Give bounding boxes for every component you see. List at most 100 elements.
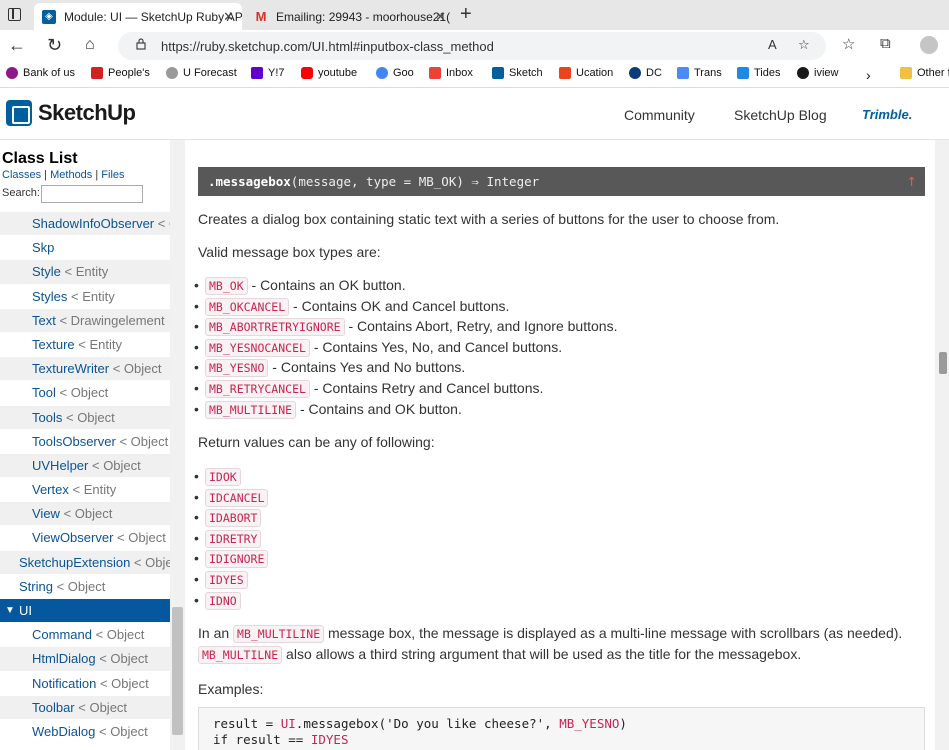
class-name[interactable]: View xyxy=(32,506,60,521)
sidebar-item-notification[interactable]: Notification < Object xyxy=(0,672,170,696)
page-scrollbar-thumb[interactable] xyxy=(939,352,947,374)
sketchup-logo[interactable]: SketchUp xyxy=(6,100,136,126)
bookmark-ucation[interactable]: Ucation xyxy=(559,67,613,79)
class-name[interactable]: Skp xyxy=(32,240,54,255)
sidebar-item-view[interactable]: View < Object xyxy=(0,502,170,527)
gmail-icon xyxy=(429,67,441,79)
class-parent: < Object xyxy=(91,457,141,473)
bookmark-trans[interactable]: Trans xyxy=(677,67,722,79)
class-parent: < Object xyxy=(78,699,128,715)
close-tab-icon[interactable]: ✕ xyxy=(435,9,446,25)
bookmark-other-favorites[interactable]: Other fa xyxy=(900,67,949,79)
address-bar[interactable]: https://ruby.sketchup.com/UI.html#inputb… xyxy=(118,32,826,60)
sidebar-scrollbar-thumb[interactable] xyxy=(172,607,183,735)
bookmark-youtube[interactable]: youtube xyxy=(301,67,357,79)
class-name[interactable]: Vertex xyxy=(32,482,69,497)
more-bookmarks-icon[interactable]: › xyxy=(866,67,871,83)
class-name[interactable]: UVHelper xyxy=(32,458,88,473)
sketchup-blog-link[interactable]: SketchUp Blog xyxy=(734,107,827,123)
favorites-icon[interactable]: ☆ xyxy=(842,35,855,53)
sidebar-item-string[interactable]: String < Object xyxy=(0,575,170,599)
scroll-top-icon[interactable]: ↑ xyxy=(907,167,917,196)
sidebar-item-sketchupextension[interactable]: SketchupExtension < Object xyxy=(0,550,170,575)
class-name[interactable]: Tools xyxy=(32,410,62,425)
sidebar-item-tool[interactable]: Tool < Object xyxy=(0,381,170,406)
search-label: Search: xyxy=(2,187,40,199)
class-name[interactable]: TextureWriter xyxy=(32,361,109,376)
class-parent: < Object xyxy=(117,530,166,546)
close-tab-icon[interactable]: ✕ xyxy=(223,9,234,25)
expand-arrow-icon[interactable]: ▼ xyxy=(5,599,15,622)
refresh-icon[interactable]: ↻ xyxy=(47,34,62,56)
read-aloud-icon[interactable]: A xyxy=(768,37,777,52)
bookmark-bank[interactable]: Bank of us xyxy=(6,67,75,79)
files-link[interactable]: Files xyxy=(101,169,124,181)
class-name[interactable]: ToolsObserver xyxy=(32,434,116,449)
methods-link[interactable]: Methods xyxy=(50,169,92,181)
sidebar-item-viewobserver[interactable]: ViewObserver < Object xyxy=(0,526,170,551)
class-name[interactable]: Style xyxy=(32,264,61,279)
bookmark-sketch[interactable]: Sketch xyxy=(492,67,543,79)
collections-icon[interactable]: ⧉ xyxy=(880,35,891,52)
trimble-logo[interactable]: Trimble. xyxy=(862,107,912,122)
bookmark-dc[interactable]: DC xyxy=(629,67,662,79)
sidebar-item-uvhelper[interactable]: UVHelper < Object xyxy=(0,453,170,479)
new-tab-button[interactable]: + xyxy=(460,4,472,24)
class-name[interactable]: ShadowInfoObserver xyxy=(32,216,154,231)
class-name[interactable]: SketchupExtension xyxy=(19,555,130,570)
bookmark-google[interactable]: Goo xyxy=(376,67,414,79)
class-name[interactable]: WebDialog xyxy=(32,724,95,739)
bookmark-inbox[interactable]: Inbox xyxy=(429,67,473,79)
class-name[interactable]: ViewObserver xyxy=(32,530,113,545)
sidebar-item-webdialog[interactable]: WebDialog < Object xyxy=(0,720,170,745)
tab-sketchup-ruby-api[interactable]: ◈ Module: UI — SketchUp Ruby AP ✕ xyxy=(34,3,242,30)
tab-emailing[interactable]: M Emailing: 29943 - moorhouse21( ✕ xyxy=(246,3,454,30)
sidebar-item-tools[interactable]: Tools < Object xyxy=(0,405,170,430)
url-text: https://ruby.sketchup.com/UI.html#inputb… xyxy=(161,39,494,54)
profile-avatar[interactable] xyxy=(920,36,938,54)
class-name[interactable]: String xyxy=(19,579,53,594)
home-icon[interactable]: ⌂ xyxy=(85,34,95,56)
community-link[interactable]: Community xyxy=(624,107,695,123)
bookmarks-bar: Bank of us People's U Forecast Y!7 youtu… xyxy=(0,60,949,88)
bookmark-peoples[interactable]: People's xyxy=(91,67,150,79)
sidebar-item-ui[interactable]: ▼ UI xyxy=(0,599,170,624)
back-icon[interactable]: ← xyxy=(8,34,26,56)
class-name[interactable]: Tool xyxy=(32,385,56,400)
sidebar-item-shadowinfoobserver[interactable]: ShadowInfoObserver < Object xyxy=(0,212,170,237)
sidebar-item-texture[interactable]: Texture < Entity xyxy=(0,333,170,358)
bookmark-iview[interactable]: iview xyxy=(797,67,838,79)
class-name[interactable]: HtmlDialog xyxy=(32,651,96,666)
class-name[interactable]: Styles xyxy=(32,289,67,304)
sidebar-item-toolbar[interactable]: Toolbar < Object xyxy=(0,695,170,720)
yahoo-icon xyxy=(251,67,263,79)
sidebar-item-texturewriter[interactable]: TextureWriter < Object xyxy=(0,357,170,382)
sidebar-item-vertex[interactable]: Vertex < Entity xyxy=(0,478,170,503)
sidebar-item-style[interactable]: Style < Entity xyxy=(0,260,170,285)
tab-actions-icon[interactable] xyxy=(8,8,21,21)
classes-link[interactable]: Classes xyxy=(2,169,41,181)
class-parent: < Drawingelement xyxy=(59,312,165,328)
class-parent: < Object xyxy=(99,651,148,667)
class-name[interactable]: Texture xyxy=(32,337,75,352)
bookmark-tides[interactable]: Tides xyxy=(737,67,781,79)
class-name[interactable]: Toolbar xyxy=(32,700,75,715)
sidebar-item-htmldialog[interactable]: HtmlDialog < Object xyxy=(0,647,170,672)
sidebar-item-command[interactable]: Command < Object xyxy=(0,623,170,648)
class-name[interactable]: Command xyxy=(32,627,92,642)
sidebar-item-styles[interactable]: Styles < Entity xyxy=(0,285,170,309)
favorite-star-icon[interactable]: ☆ xyxy=(798,37,810,53)
page-scrollbar[interactable] xyxy=(935,140,949,750)
return-code: IDYES xyxy=(205,571,248,589)
class-name[interactable]: Notification xyxy=(32,676,96,691)
type-code: MB_OKCANCEL xyxy=(205,297,290,316)
sidebar-item-toolsobserver[interactable]: ToolsObserver < Object xyxy=(0,430,170,454)
multiline-text-1: In an MB_MULTILINE message box, the mess… xyxy=(198,625,903,643)
bookmark-y7[interactable]: Y!7 xyxy=(251,67,285,79)
bookmark-forecast[interactable]: U Forecast xyxy=(166,67,237,79)
class-name[interactable]: UI xyxy=(19,603,32,618)
search-input[interactable] xyxy=(41,185,143,203)
sidebar-item-text[interactable]: Text < Drawingelement xyxy=(0,308,170,333)
sidebar-item-skp[interactable]: Skp xyxy=(0,236,170,261)
class-name[interactable]: Text xyxy=(32,313,56,328)
